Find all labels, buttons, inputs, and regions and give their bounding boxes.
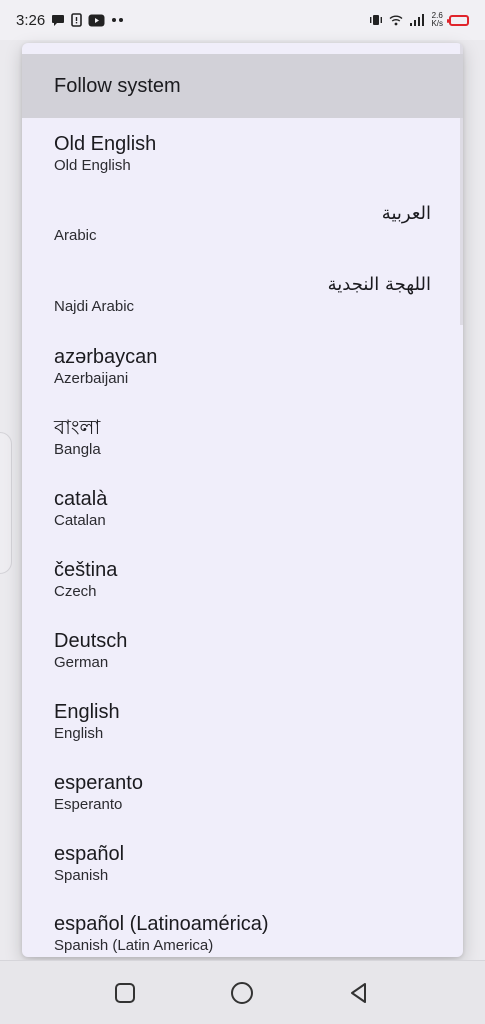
option-title: esperanto [54,772,143,794]
option-subtitle: Esperanto [54,796,123,813]
youtube-icon [88,14,105,27]
status-time: 3:26 [16,11,46,29]
screen: 3:26 2.6 K/s Follow system Old English O… [0,0,485,1024]
option-title: English [54,701,120,723]
option-title: español (Latinoamérica) [54,913,269,935]
language-dialog: Follow system Old English Old English ال… [22,43,463,957]
option-title: اللهجة النجدية [327,274,431,295]
wifi-icon [389,14,403,26]
option-title: Follow system [54,75,181,97]
recents-square-icon[interactable] [113,981,137,1005]
vibrate-icon [369,14,383,26]
background-card [0,432,12,574]
option-subtitle: Catalan [54,512,106,529]
option-bangla[interactable]: বাংলা Bangla [22,416,463,460]
option-subtitle: Arabic [54,227,97,244]
option-subtitle: German [54,654,109,671]
option-title: العربية [381,203,431,224]
option-subtitle: Czech [54,583,97,600]
option-title: español [54,843,125,865]
net-speed: 2.6 K/s [431,12,443,28]
option-english[interactable]: English English [22,700,463,744]
option-title: বাংলা [54,417,101,439]
option-subtitle: Bangla [54,441,101,458]
option-subtitle: Old English [54,157,131,174]
option-spanish-latin-america[interactable]: español (Latinoamérica) Spanish (Latin A… [22,912,463,956]
option-title: čeština [54,559,118,581]
status-left: 3:26 [16,12,125,29]
option-old-english[interactable]: Old English Old English [22,132,463,176]
option-azerbaijani[interactable]: azərbaycan Azerbaijani [22,345,463,389]
option-title: Deutsch [54,630,128,652]
option-title: Old English [54,133,157,155]
status-right: 2.6 K/s [369,12,469,28]
option-subtitle: Najdi Arabic [54,298,135,315]
battery-low-icon [447,14,469,26]
option-title: azərbaycan [54,346,158,368]
option-german[interactable]: Deutsch German [22,629,463,673]
navigation-bar [0,960,485,1024]
option-czech[interactable]: čeština Czech [22,558,463,602]
net-speed-unit: K/s [431,19,443,28]
option-spanish[interactable]: español Spanish [22,842,463,886]
back-triangle-icon[interactable] [347,981,371,1005]
option-subtitle: Spanish [54,867,109,884]
home-circle-icon[interactable] [230,981,254,1005]
option-subtitle: English [54,725,104,742]
option-najdi-arabic[interactable]: اللهجة النجدية Najdi Arabic [22,273,463,317]
more-dots-icon [111,17,125,23]
option-subtitle: Azerbaijani [54,370,129,387]
option-subtitle: Spanish (Latin America) [54,937,214,954]
sim-alert-icon [71,13,83,27]
status-bar: 3:26 2.6 K/s [0,0,485,40]
option-follow-system[interactable]: Follow system [22,54,463,118]
chat-bubble-icon [51,13,65,27]
option-catalan[interactable]: català Catalan [22,487,463,531]
option-esperanto[interactable]: esperanto Esperanto [22,771,463,815]
option-arabic[interactable]: العربية Arabic [22,202,463,246]
option-title: català [54,488,108,510]
signal-icon [409,14,425,26]
